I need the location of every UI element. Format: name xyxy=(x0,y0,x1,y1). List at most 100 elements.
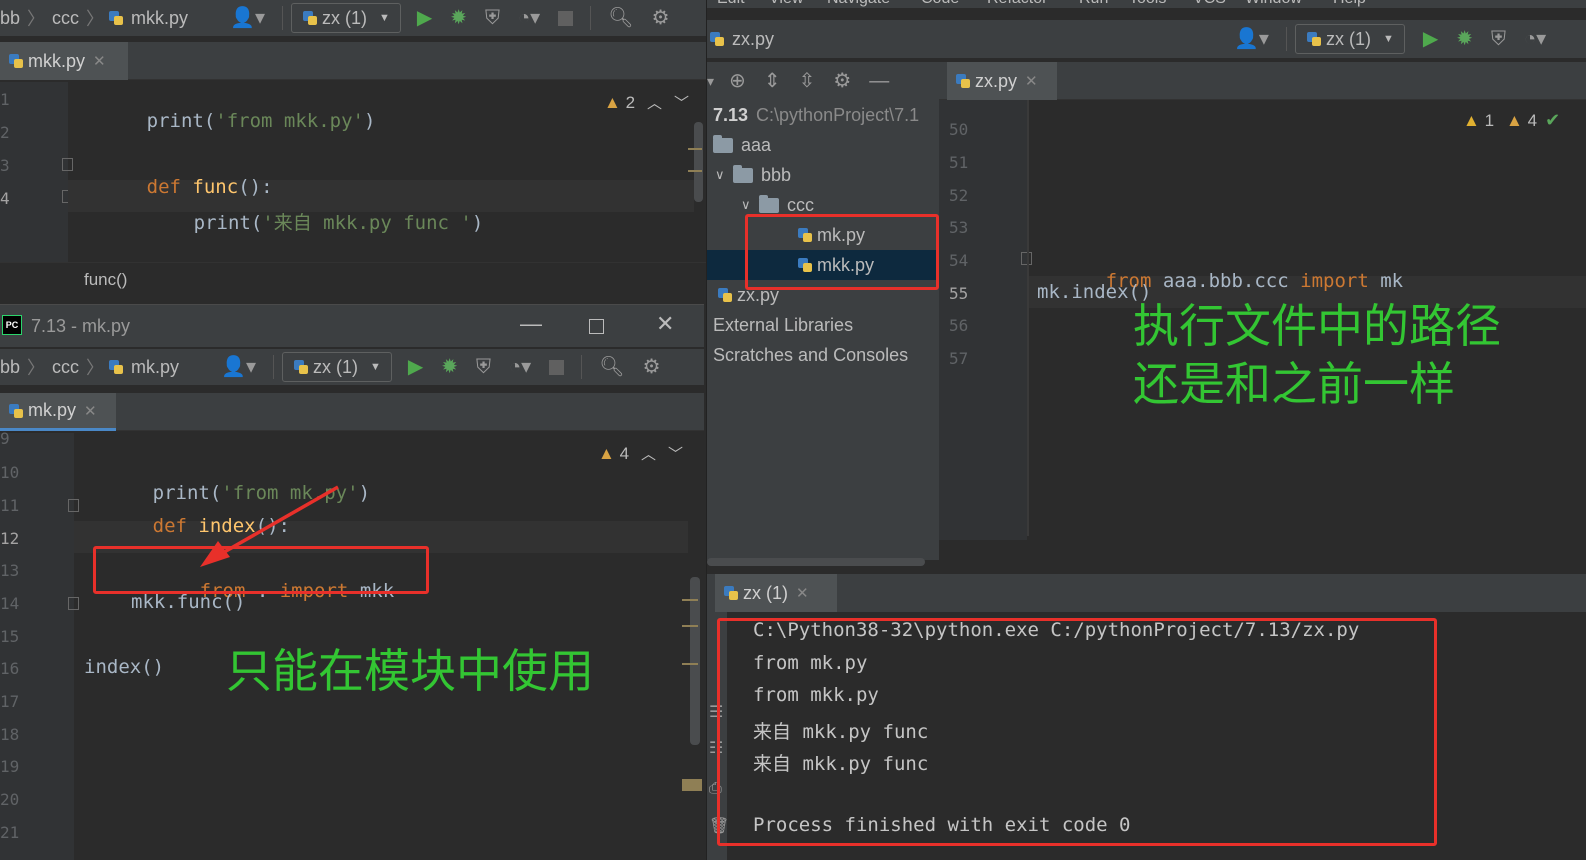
menu-item[interactable]: Navigate xyxy=(827,0,890,8)
menu-item[interactable]: Window xyxy=(1245,0,1302,8)
gear-icon[interactable]: ⚙ xyxy=(643,357,661,377)
toolbar-divider xyxy=(1285,27,1287,51)
debug-icon[interactable]: ✹ xyxy=(1456,29,1473,49)
user-icon[interactable]: 👤▾ xyxy=(221,357,256,377)
coverage-icon[interactable]: ⛨ xyxy=(476,357,491,377)
collapse-all-icon[interactable]: ⇳ xyxy=(799,71,816,91)
horizontal-scrollbar[interactable] xyxy=(707,558,925,566)
line-number: 13 xyxy=(0,561,20,580)
run-icon[interactable]: ▶ xyxy=(417,8,432,28)
expand-all-icon[interactable]: ⇕ xyxy=(764,71,781,91)
breadcrumb-item[interactable]: mk.py xyxy=(128,357,182,378)
tree-item-external-libraries[interactable]: External Libraries xyxy=(707,310,939,340)
search-icon[interactable]: 🔍︎ xyxy=(608,8,633,28)
menu-item[interactable]: View xyxy=(769,0,803,8)
inspection-widget[interactable]: ▲ 2 ︿ ﹀ xyxy=(604,92,689,113)
stop-icon[interactable] xyxy=(549,359,565,375)
editor-tab-mkk[interactable]: mkk.py ✕ xyxy=(0,42,128,80)
gear-icon[interactable]: ⚙ xyxy=(833,71,851,91)
run-tab[interactable]: zx (1) ✕ xyxy=(715,574,837,612)
breadcrumb-item[interactable]: mkk.py xyxy=(128,8,191,29)
menu-item[interactable]: Tools xyxy=(1129,0,1166,8)
chevron-down-icon[interactable]: ﹀ xyxy=(674,92,689,113)
chevron-down-icon[interactable]: ∨ xyxy=(715,167,733,183)
breadcrumb-item[interactable]: bb xyxy=(0,357,23,378)
menu-item[interactable]: Refactor xyxy=(987,0,1047,8)
stop-icon[interactable] xyxy=(558,10,574,26)
menu-item[interactable]: Help xyxy=(1333,0,1366,8)
chevron-up-icon[interactable]: ︿ xyxy=(647,92,662,113)
fold-icon[interactable] xyxy=(68,499,79,512)
toolbar-divider xyxy=(282,6,283,30)
tree-label: Scratches and Consoles xyxy=(713,344,909,365)
coverage-icon[interactable]: ⛨ xyxy=(485,8,500,28)
right-window: Edit View Navigate Code Refactor Run Too… xyxy=(706,0,1586,860)
gear-icon[interactable]: ⚙ xyxy=(652,8,670,28)
tree-item-scratches[interactable]: Scratches and Consoles xyxy=(707,340,939,370)
profile-icon[interactable]: ◔▾ xyxy=(509,357,531,377)
profile-icon[interactable]: ◔▾ xyxy=(518,8,540,28)
close-icon[interactable]: ✕ xyxy=(796,584,809,602)
warning-icon: ▲ xyxy=(604,92,621,112)
python-file-icon xyxy=(8,53,24,69)
tree-item-bbb[interactable]: ∨ bbb xyxy=(707,160,939,190)
locate-icon[interactable]: ⊕ xyxy=(729,71,746,91)
tree-label: aaa xyxy=(741,134,772,155)
scrollbar[interactable] xyxy=(694,122,703,202)
maximize-icon[interactable] xyxy=(589,319,604,334)
debug-icon[interactable]: ✹ xyxy=(450,8,467,28)
run-config-select[interactable]: zx (1) ▼ xyxy=(291,3,401,33)
fold-icon[interactable] xyxy=(68,597,79,610)
close-icon[interactable]: ✕ xyxy=(93,52,106,70)
warning-icon: ▲ xyxy=(598,443,615,463)
run-config-select[interactable]: zx (1) ▼ xyxy=(1294,24,1405,54)
chevron-down-icon[interactable]: ﹀ xyxy=(668,443,683,464)
search-icon[interactable]: 🔍︎ xyxy=(599,357,624,377)
breadcrumb-item[interactable]: ccc xyxy=(49,8,82,29)
structure-path[interactable]: func() xyxy=(84,270,127,290)
breadcrumb-item[interactable]: zx.py xyxy=(729,29,777,50)
profile-icon[interactable]: ◔▾ xyxy=(1524,29,1546,49)
chevron-down-icon[interactable]: ∨ xyxy=(741,197,759,213)
line-number: 50 xyxy=(949,120,969,139)
menu-item[interactable]: Code xyxy=(921,0,959,8)
menu-item[interactable]: Edit xyxy=(717,0,745,8)
fold-icon[interactable] xyxy=(62,158,73,171)
scrollbar[interactable] xyxy=(690,577,700,745)
close-icon[interactable]: ✕ xyxy=(656,311,674,337)
project-root[interactable]: 7.13 C:\pythonProject\7.1 xyxy=(707,100,939,130)
line-number: 9 xyxy=(0,429,10,448)
close-icon[interactable]: ✕ xyxy=(1025,72,1038,90)
breadcrumb-item[interactable]: ccc xyxy=(49,357,82,378)
project-toolbar: ▾ ⊕ ⇕ ⇳ ⚙ — xyxy=(707,62,939,100)
line-number: 19 xyxy=(0,757,20,776)
inspection-widget[interactable]: ▲ 1 ▲ 4 ✔ xyxy=(1463,110,1560,131)
highlight-box xyxy=(745,214,939,290)
menu-item[interactable]: VCS xyxy=(1193,0,1226,8)
user-icon[interactable]: 👤▾ xyxy=(1234,29,1269,49)
inspection-widget[interactable]: ▲ 4 ︿ ﹀ xyxy=(598,443,683,464)
editor-tab-mk[interactable]: mk.py ✕ xyxy=(0,393,116,431)
top-left-tabbar: mkk.py ✕ xyxy=(0,42,706,80)
hide-icon[interactable]: — xyxy=(869,71,889,91)
code-token: print( xyxy=(146,110,216,132)
python-file-icon xyxy=(709,31,725,47)
run-icon[interactable]: ▶ xyxy=(1423,29,1438,49)
close-icon[interactable]: ✕ xyxy=(84,402,97,420)
code-token: mk xyxy=(1368,270,1404,292)
tree-item-aaa[interactable]: aaa xyxy=(707,130,939,160)
warning-count: ▲ 4 xyxy=(598,444,629,464)
chevron-down-icon[interactable]: ▾ xyxy=(707,74,714,88)
editor-tab-zx[interactable]: zx.py ✕ xyxy=(947,62,1057,100)
breadcrumb-item[interactable]: bb xyxy=(0,8,23,29)
run-icon[interactable]: ▶ xyxy=(408,357,423,377)
annotation-arrow xyxy=(200,485,339,567)
coverage-icon[interactable]: ⛨ xyxy=(1491,29,1506,49)
menu-item[interactable]: Run xyxy=(1079,0,1108,8)
chevron-up-icon[interactable]: ︿ xyxy=(641,443,656,464)
user-icon[interactable]: 👤▾ xyxy=(230,8,265,28)
debug-icon[interactable]: ✹ xyxy=(441,357,458,377)
code-token: 'from mkk.py' xyxy=(215,110,364,132)
minimize-icon[interactable]: — xyxy=(520,311,542,337)
run-config-select[interactable]: zx (1) ▼ xyxy=(282,352,392,382)
